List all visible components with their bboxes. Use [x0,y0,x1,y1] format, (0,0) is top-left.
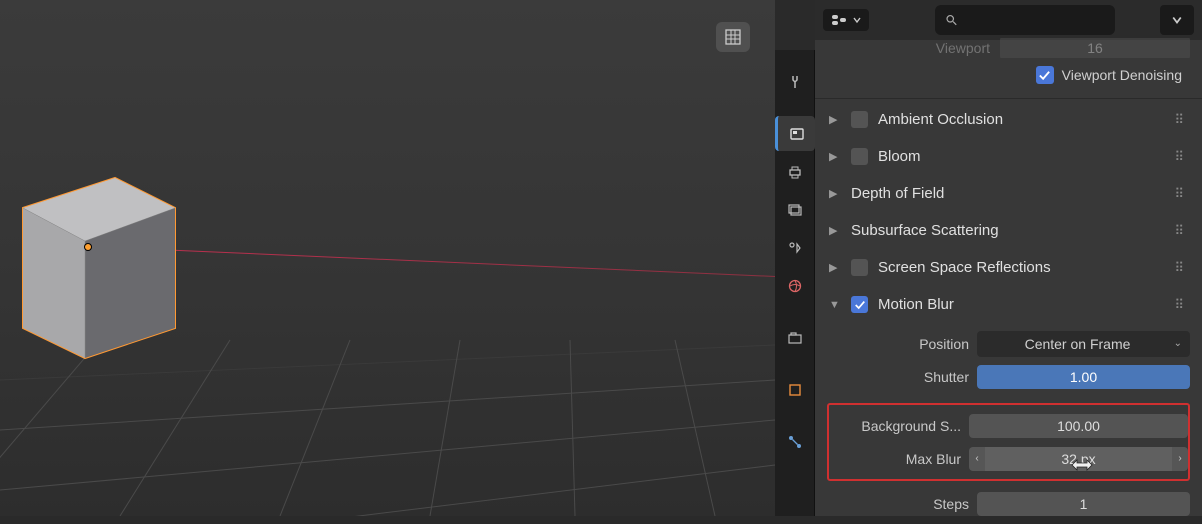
data-selector[interactable] [823,9,869,31]
data-icon [831,13,849,27]
panel-title: Subsurface Scattering [851,222,999,239]
collection-icon [787,330,803,346]
position-label: Position [827,336,969,352]
tab-collection[interactable] [775,320,815,355]
search-input[interactable] [958,13,1105,28]
increase-button[interactable]: › [1172,447,1188,471]
properties-options-button[interactable] [1160,5,1194,35]
decrease-button[interactable]: ‹ [969,447,985,471]
position-select[interactable]: Center on Frame ⌄ [977,331,1190,357]
printer-icon [787,164,803,180]
panel-ambient-occlusion[interactable]: ▶ Ambient Occlusion ⠿ [815,101,1202,138]
viewport-samples-label: Viewport [860,40,990,56]
panel-title: Ambient Occlusion [878,111,1003,128]
drag-handle-icon[interactable]: ⠿ [1174,223,1186,239]
disclosure-open-icon: ▼ [829,299,841,311]
tab-render[interactable] [775,116,815,151]
3d-viewport[interactable] [0,0,775,516]
max-blur-field[interactable]: ‹ 32 px › [969,447,1188,471]
background-separation-field[interactable]: 100.00 [969,414,1188,438]
tab-object[interactable] [775,372,815,407]
viewport-samples-row: Viewport 16 [815,38,1202,58]
properties-tab-strip [775,50,815,516]
scene-icon [787,240,803,256]
drag-handle-icon[interactable]: ⠿ [1174,112,1186,128]
panel-motion-blur[interactable]: ▼ Motion Blur ⠿ [815,286,1202,323]
object-origin [85,244,91,250]
drag-handle-icon[interactable]: ⠿ [1174,297,1186,313]
max-blur-row: Max Blur ‹ 32 px › [829,442,1188,475]
viewport-denoising-row: Viewport Denoising [815,58,1202,96]
grid-icon [725,29,741,45]
layers-icon [787,202,803,218]
render-icon [789,126,805,142]
disclosure-closed-icon: ▶ [829,150,841,163]
motion-blur-subpanel: Position Center on Frame ⌄ Shutter 1.00 [815,323,1202,397]
disclosure-closed-icon: ▶ [829,261,841,274]
panel-title: Bloom [878,148,921,165]
disclosure-closed-icon: ▶ [829,187,841,200]
drag-handle-icon[interactable]: ⠿ [1174,149,1186,165]
viewport-denoising-label: Viewport Denoising [1062,67,1182,83]
disclosure-closed-icon: ▶ [829,113,841,126]
constraints-icon [787,434,803,450]
steps-row: Steps 1 [827,487,1190,520]
disclosure-closed-icon: ▶ [829,224,841,237]
viewport-samples-field[interactable]: 16 [1000,38,1190,58]
tab-output[interactable] [775,154,815,189]
panel-bloom[interactable]: ▶ Bloom ⠿ [815,138,1202,175]
steps-label: Steps [827,496,969,512]
object-icon [787,382,803,398]
check-icon [1038,69,1051,82]
tab-world[interactable] [775,268,815,303]
panel-title: Depth of Field [851,185,944,202]
panel-screen-space-reflections[interactable]: ▶ Screen Space Reflections ⠿ [815,249,1202,286]
properties-search-field[interactable] [935,5,1115,35]
panel-depth-of-field[interactable]: ▶ Depth of Field ⠿ [815,175,1202,212]
chevron-down-icon [853,16,861,24]
shutter-row: Shutter 1.00 [827,360,1190,393]
chevron-down-icon: ⌄ [1174,338,1182,349]
ssr-checkbox[interactable] [851,259,868,276]
steps-field[interactable]: 1 [977,492,1190,516]
world-icon [787,278,803,294]
properties-panel: Viewport 16 Viewport Denoising ▶ Ambient… [815,0,1202,516]
motion-blur-checkbox[interactable] [851,296,868,313]
highlighted-region: Background S... 100.00 Max Blur ‹ 32 px … [827,403,1190,481]
tab-constraints[interactable] [775,424,815,459]
max-blur-label: Max Blur [829,451,961,467]
panel-title: Motion Blur [878,296,954,313]
position-row: Position Center on Frame ⌄ [827,327,1190,360]
tab-view-layers[interactable] [775,192,815,227]
properties-header [815,0,1202,40]
bloom-checkbox[interactable] [851,148,868,165]
viewport-shading-button[interactable] [716,22,750,52]
background-separation-row: Background S... 100.00 [829,409,1188,442]
drag-handle-icon[interactable]: ⠿ [1174,260,1186,276]
ambient-occlusion-checkbox[interactable] [851,111,868,128]
viewport-denoising-checkbox[interactable] [1036,66,1054,84]
panel-subsurface-scattering[interactable]: ▶ Subsurface Scattering ⠿ [815,212,1202,249]
tab-scene[interactable] [775,230,815,265]
background-separation-label: Background S... [829,418,961,434]
search-icon [945,13,958,27]
tab-tool[interactable] [775,64,815,99]
wrench-icon [787,74,803,90]
panel-title: Screen Space Reflections [878,259,1051,276]
check-icon [854,299,866,311]
chevron-down-icon [1172,15,1182,25]
drag-handle-icon[interactable]: ⠿ [1174,186,1186,202]
shutter-label: Shutter [827,369,969,385]
cube-mesh[interactable] [5,153,205,373]
shutter-field[interactable]: 1.00 [977,365,1190,389]
